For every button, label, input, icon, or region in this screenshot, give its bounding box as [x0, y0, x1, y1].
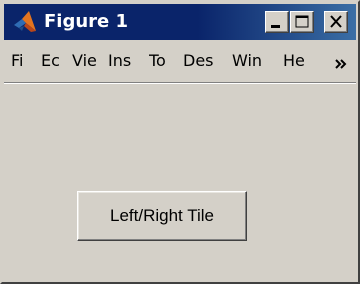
- minimize-button[interactable]: [265, 11, 289, 33]
- matlab-logo-icon: [12, 9, 38, 35]
- title-bar[interactable]: Figure 1: [4, 4, 356, 40]
- left-right-tile-button[interactable]: Left/Right Tile: [77, 191, 247, 241]
- window-title: Figure 1: [44, 11, 129, 32]
- close-button[interactable]: [324, 11, 348, 33]
- figure-canvas: Left/Right Tile: [4, 85, 356, 282]
- menu-window[interactable]: Win: [232, 51, 274, 71]
- menu-tools[interactable]: To: [149, 51, 177, 71]
- menu-insert[interactable]: Ins: [108, 51, 142, 71]
- menu-view[interactable]: Vie: [72, 51, 104, 71]
- menu-file[interactable]: Fi: [11, 51, 33, 71]
- menu-bar: Fi Ec Vie Ins To Des Win He: [4, 42, 356, 78]
- maximize-icon: [295, 15, 309, 28]
- menu-desktop[interactable]: Des: [183, 51, 225, 71]
- minimize-icon: [271, 25, 280, 28]
- close-icon: [330, 15, 342, 28]
- menu-edit[interactable]: Ec: [41, 51, 65, 71]
- maximize-button[interactable]: [290, 11, 314, 33]
- figure-window: Figure 1 Fi Ec Vie Ins To Des Win He Lef…: [0, 0, 360, 284]
- menu-help[interactable]: He: [283, 51, 311, 71]
- menu-separator: [4, 82, 356, 84]
- chevron-double-right-icon[interactable]: [334, 55, 348, 69]
